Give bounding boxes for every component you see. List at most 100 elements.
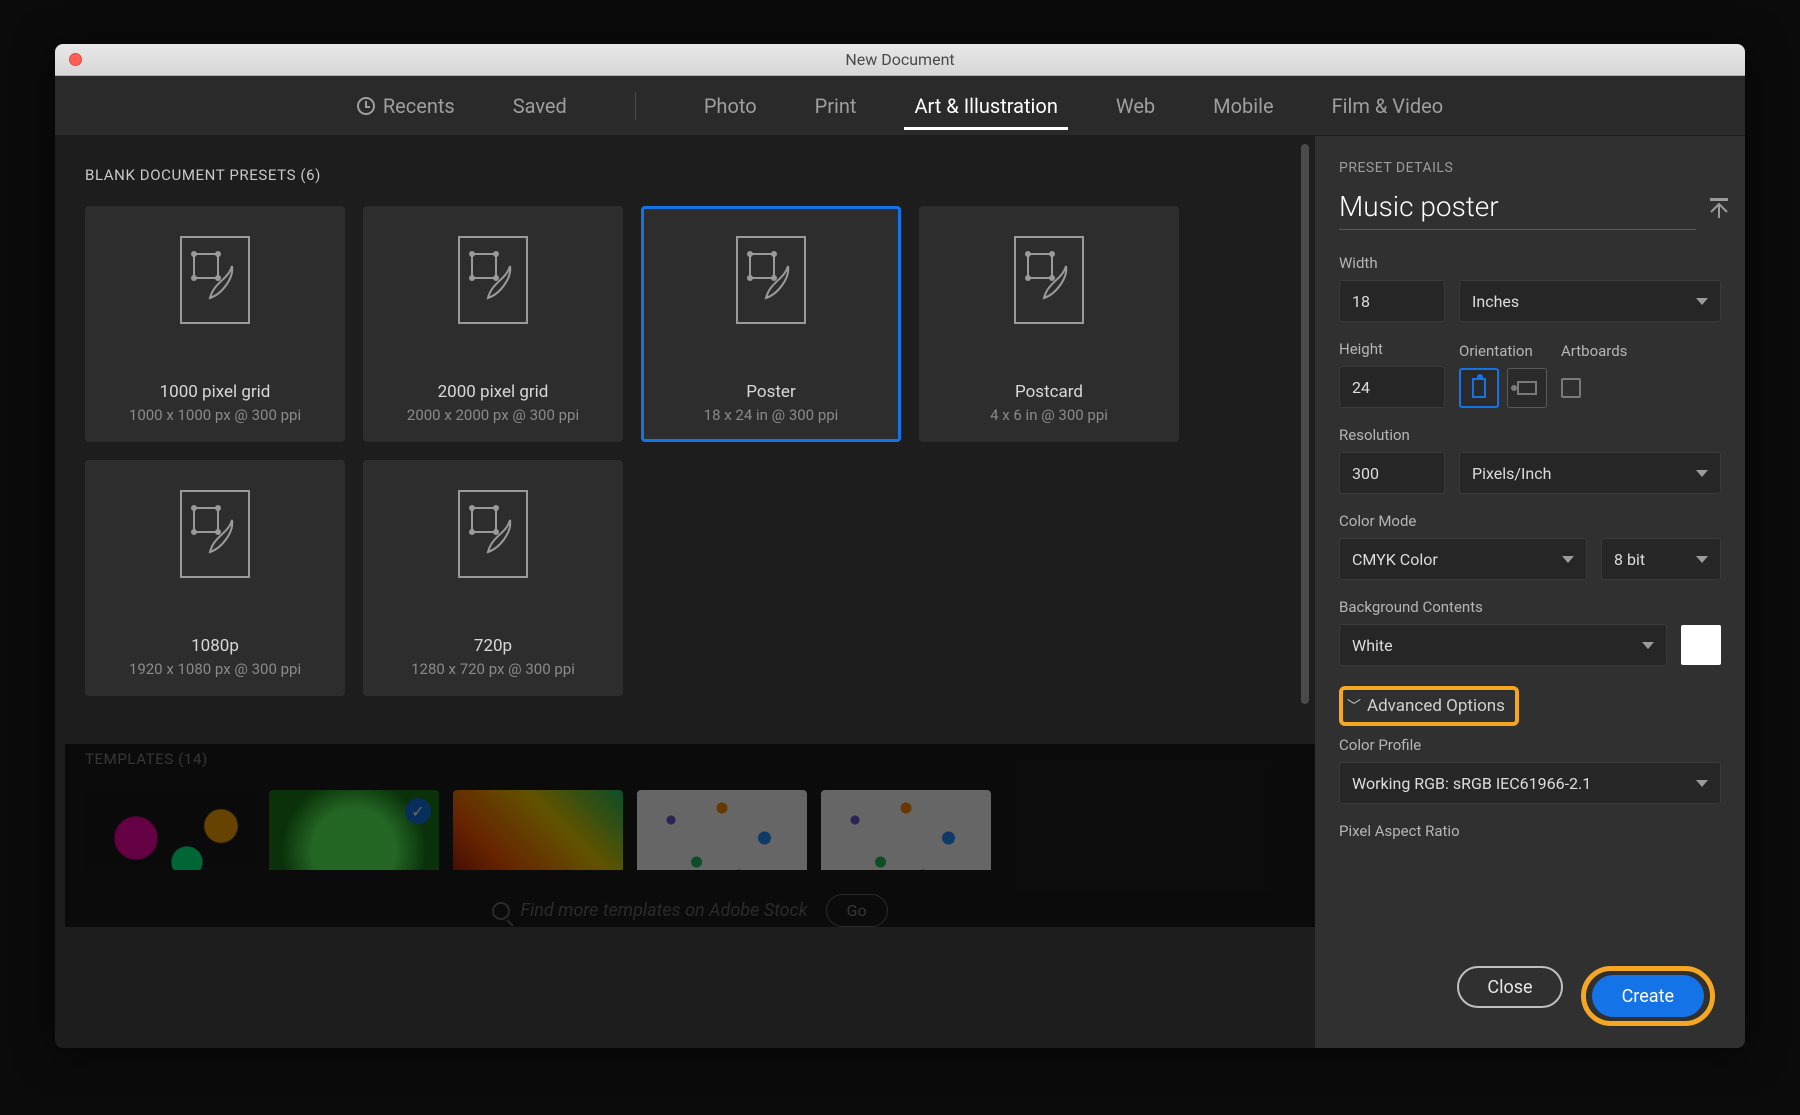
tab-mobile-label: Mobile (1213, 94, 1273, 118)
document-icon (458, 236, 528, 328)
preset-title: 2000 pixel grid (438, 382, 549, 402)
search-input[interactable]: Find more templates on Adobe Stock (492, 900, 807, 921)
preset-card[interactable]: Postcard 4 x 6 in @ 300 ppi (919, 206, 1179, 442)
colormode-select[interactable]: CMYK Color (1339, 538, 1587, 580)
background-label: Background Contents (1339, 598, 1721, 616)
preset-card[interactable]: 1080p 1920 x 1080 px @ 300 ppi (85, 460, 345, 696)
tab-photo[interactable]: Photo (694, 82, 767, 130)
orientation-portrait-button[interactable] (1459, 368, 1499, 408)
new-document-dialog: New Document Recents Saved Photo Print A… (55, 44, 1745, 1048)
templates-section: TEMPLATES (14) ✓ Find more templates on (85, 750, 1295, 927)
height-input[interactable] (1339, 366, 1445, 408)
templates-count: (14) (178, 750, 208, 768)
color-profile-select[interactable]: Working RGB: sRGB IEC61966-2.1 (1339, 762, 1721, 804)
advanced-options-toggle[interactable]: ﹀ Advanced Options (1339, 686, 1519, 726)
checkmark-icon: ✓ (405, 798, 431, 824)
units-select[interactable]: Inches (1459, 280, 1721, 322)
artboards-checkbox[interactable] (1561, 378, 1581, 398)
close-button[interactable]: Close (1457, 966, 1562, 1008)
presets-pane: BLANK DOCUMENT PRESETS (6) 1000 pixel gr… (55, 136, 1315, 1048)
document-icon (1014, 236, 1084, 328)
resolution-units-select[interactable]: Pixels/Inch (1459, 452, 1721, 494)
tab-film-label: Film & Video (1332, 94, 1444, 118)
preset-title: Postcard (1015, 382, 1083, 402)
window-controls (69, 53, 82, 66)
advanced-options-label: Advanced Options (1367, 696, 1505, 716)
units-value: Inches (1472, 292, 1519, 311)
template-thumb[interactable]: ✓ (269, 790, 439, 870)
portrait-icon (1472, 378, 1486, 398)
template-thumb[interactable] (637, 790, 807, 870)
nav-divider (635, 92, 636, 120)
preset-card[interactable]: 1000 pixel grid 1000 x 1000 px @ 300 ppi (85, 206, 345, 442)
tab-recents-label: Recents (383, 94, 455, 118)
preset-title: 1080p (191, 636, 239, 656)
preset-details-pane: PRESET DETAILS Width Inches Height Orien… (1315, 136, 1745, 1048)
background-select[interactable]: White (1339, 624, 1667, 666)
width-label: Width (1339, 254, 1721, 272)
preset-subtitle: 1000 x 1000 px @ 300 ppi (129, 406, 301, 424)
clock-icon (357, 97, 375, 115)
pixel-aspect-ratio-label: Pixel Aspect Ratio (1339, 822, 1721, 840)
background-value: White (1352, 636, 1393, 655)
tab-mobile[interactable]: Mobile (1203, 82, 1283, 130)
colormode-label: Color Mode (1339, 512, 1721, 530)
preset-title: Poster (746, 382, 795, 402)
height-label: Height (1339, 340, 1445, 358)
preset-card[interactable]: 720p 1280 x 720 px @ 300 ppi (363, 460, 623, 696)
bitdepth-value: 8 bit (1614, 550, 1645, 569)
create-button[interactable]: Create (1592, 975, 1704, 1017)
category-tabs: Recents Saved Photo Print Art & Illustra… (55, 76, 1745, 136)
resolution-input[interactable] (1339, 452, 1445, 494)
background-color-swatch[interactable] (1681, 625, 1721, 665)
width-input[interactable] (1339, 280, 1445, 322)
bitdepth-select[interactable]: 8 bit (1601, 538, 1721, 580)
tab-web[interactable]: Web (1106, 82, 1165, 130)
preset-subtitle: 18 x 24 in @ 300 ppi (704, 406, 839, 424)
preset-subtitle: 1920 x 1080 px @ 300 ppi (129, 660, 301, 678)
color-profile-value: Working RGB: sRGB IEC61966-2.1 (1352, 774, 1591, 793)
presets-scrollbar[interactable] (1301, 136, 1309, 1048)
preset-subtitle: 1280 x 720 px @ 300 ppi (411, 660, 575, 678)
document-name-input[interactable] (1339, 190, 1696, 230)
preset-card[interactable]: Poster 18 x 24 in @ 300 ppi (641, 206, 901, 442)
create-highlight-ring: Create (1581, 966, 1715, 1026)
close-window-icon[interactable] (69, 53, 82, 66)
tab-recents[interactable]: Recents (347, 82, 465, 130)
search-icon (492, 902, 510, 920)
tab-web-label: Web (1116, 94, 1155, 118)
templates-section-label: TEMPLATES (14) (85, 750, 1295, 768)
artboards-label: Artboards (1561, 342, 1627, 360)
dialog-footer: Close Create (1339, 940, 1721, 1048)
tab-saved[interactable]: Saved (503, 82, 577, 130)
scrollbar-thumb[interactable] (1301, 144, 1309, 704)
tab-print[interactable]: Print (805, 82, 867, 130)
tab-saved-label: Saved (513, 94, 567, 118)
document-icon (458, 490, 528, 582)
template-thumb[interactable] (85, 790, 255, 870)
save-preset-icon[interactable] (1708, 198, 1730, 223)
document-icon (180, 490, 250, 582)
template-row: ✓ (85, 790, 1295, 870)
search-placeholder: Find more templates on Adobe Stock (520, 900, 807, 921)
preset-grid: 1000 pixel grid 1000 x 1000 px @ 300 ppi… (85, 206, 1295, 696)
tab-film-video[interactable]: Film & Video (1322, 82, 1454, 130)
tab-art-illustration[interactable]: Art & Illustration (904, 82, 1067, 130)
tab-photo-label: Photo (704, 94, 757, 118)
titlebar: New Document (55, 44, 1745, 76)
templates-section-text: TEMPLATES (85, 750, 174, 768)
template-thumb[interactable] (821, 790, 991, 870)
tab-art-label: Art & Illustration (914, 94, 1057, 118)
preset-subtitle: 2000 x 2000 px @ 300 ppi (407, 406, 579, 424)
presets-count: (6) (300, 166, 321, 184)
template-thumb[interactable] (453, 790, 623, 870)
resolution-label: Resolution (1339, 426, 1721, 444)
preset-card[interactable]: 2000 pixel grid 2000 x 2000 px @ 300 ppi (363, 206, 623, 442)
orientation-landscape-button[interactable] (1507, 368, 1547, 408)
orientation-label: Orientation (1459, 342, 1547, 360)
find-templates-row: Find more templates on Adobe Stock Go (85, 894, 1295, 927)
presets-section-text: BLANK DOCUMENT PRESETS (85, 166, 296, 184)
preset-title: 1000 pixel grid (160, 382, 271, 402)
go-button[interactable]: Go (826, 894, 888, 927)
preset-subtitle: 4 x 6 in @ 300 ppi (990, 406, 1108, 424)
